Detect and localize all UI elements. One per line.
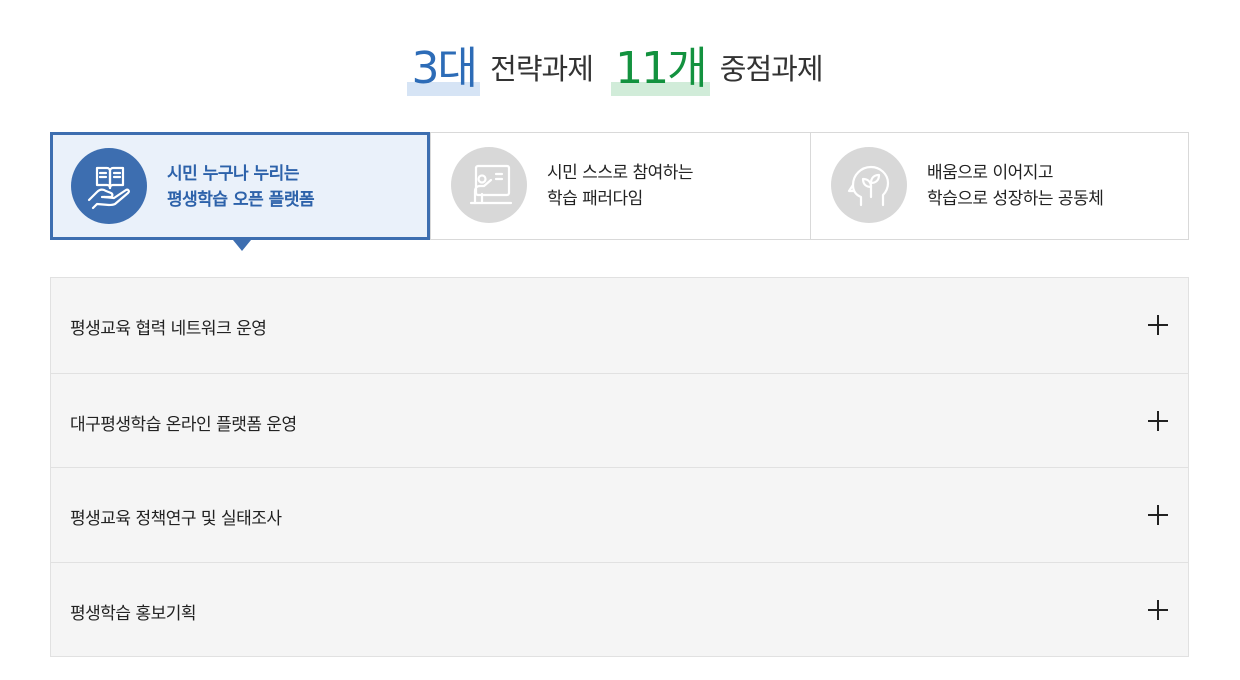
accordion-item-label: 평생학습 홍보기획 (70, 603, 197, 624)
task-count: 11개 (611, 32, 711, 96)
plus-icon[interactable] (1148, 505, 1168, 525)
tab-community[interactable]: 배움으로 이어지고 학습으로 성장하는 공동체 (810, 132, 1190, 240)
plus-icon[interactable] (1148, 599, 1168, 620)
tab-label-line1: 시민 스스로 참여하는 (547, 163, 694, 183)
plus-icon[interactable] (1148, 410, 1168, 431)
head-sprout-icon (831, 147, 907, 223)
strategy-label: 전략과제 (490, 52, 594, 86)
book-hand-icon (71, 148, 147, 224)
teacher-board-icon (451, 147, 527, 223)
tab-label-line1: 배움으로 이어지고 (927, 163, 1054, 183)
accordion-item-label: 대구평생학습 온라인 플랫폼 운영 (70, 414, 297, 435)
strategy-tabs: 시민 누구나 누리는 평생학습 오픈 플랫폼 시민 스스로 참여하는 학습 패러… (50, 132, 1190, 251)
accordion-item-label: 평생교육 정책연구 및 실태조사 (70, 509, 282, 529)
plus-icon[interactable] (1148, 315, 1168, 335)
page-title: 3대 전략과제 11개 중점과제 (0, 32, 1240, 96)
tab-label-line1: 시민 누구나 누리는 (167, 164, 299, 184)
accordion-item[interactable]: 평생학습 홍보기획 (51, 561, 1188, 657)
tab-participation[interactable]: 시민 스스로 참여하는 학습 패러다임 (430, 132, 810, 240)
tab-open-platform[interactable]: 시민 누구나 누리는 평생학습 오픈 플랫폼 (50, 132, 430, 251)
task-label: 중점과제 (719, 52, 824, 86)
accordion-item-label: 평생교육 협력 네트워크 운영 (70, 319, 267, 339)
tab-label-line2: 학습으로 성장하는 공동체 (927, 189, 1104, 209)
task-accordion: 평생교육 협력 네트워크 운영 대구평생학습 온라인 플랫폼 운영 평생교육 정… (50, 277, 1189, 657)
tab-label-line2: 학습 패러다임 (547, 189, 643, 209)
accordion-item[interactable]: 대구평생학습 온라인 플랫폼 운영 (51, 372, 1188, 468)
accordion-item[interactable]: 평생교육 정책연구 및 실태조사 (51, 467, 1188, 562)
accordion-item[interactable]: 평생교육 협력 네트워크 운영 (51, 278, 1188, 373)
tab-label-line2: 평생학습 오픈 플랫폼 (167, 190, 315, 210)
strategy-count: 3대 (407, 32, 481, 96)
